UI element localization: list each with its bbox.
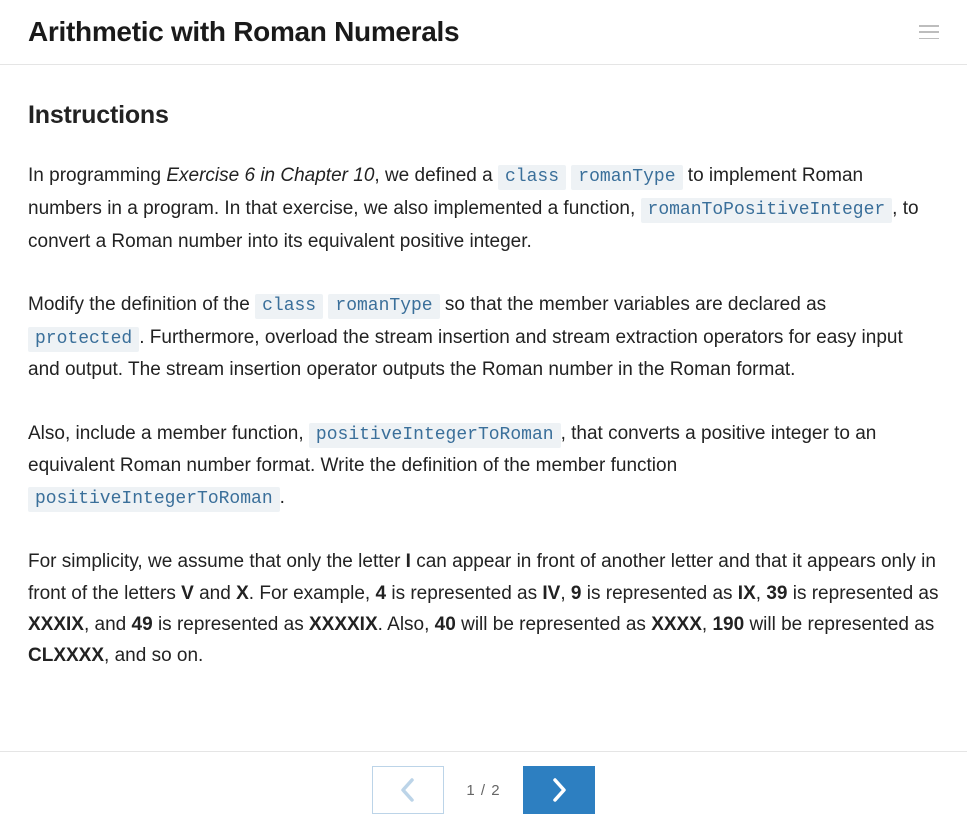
text: . Also, [378, 614, 435, 635]
bold-CLXXXX: CLXXXX [28, 645, 104, 666]
text: For simplicity, we assume that only the … [28, 551, 406, 572]
text: is represented as [386, 583, 542, 604]
bold-49: 49 [132, 614, 153, 635]
bold-V: V [181, 583, 194, 604]
prev-page-button[interactable] [372, 766, 444, 814]
exercise-ref: Exercise 6 in Chapter 10 [166, 165, 374, 186]
text: . For example, [249, 583, 376, 604]
text: , [702, 614, 713, 635]
text: will be represented as [456, 614, 651, 635]
text: , [756, 583, 767, 604]
text: In programming [28, 165, 166, 186]
code-protected: protected [28, 327, 139, 352]
paragraph-3: Also, include a member function, positiv… [28, 418, 939, 515]
text: is represented as [581, 583, 737, 604]
text: Also, include a member function, [28, 423, 309, 444]
text: , and so on. [104, 645, 203, 666]
bold-XXXX: XXXX [651, 614, 702, 635]
bold-39: 39 [766, 583, 787, 604]
paragraph-4: For simplicity, we assume that only the … [28, 546, 939, 671]
text: Modify the definition of the [28, 294, 255, 315]
bold-XXXIX: XXXIX [28, 614, 84, 635]
text: , and [84, 614, 132, 635]
header: Arithmetic with Roman Numerals [0, 0, 967, 65]
text: . Furthermore, overload the stream inser… [28, 327, 903, 381]
bold-IV: IV [542, 583, 560, 604]
text: . [280, 487, 285, 508]
menu-icon[interactable] [919, 25, 939, 39]
page-indicator: 1 / 2 [466, 782, 500, 799]
text: , [560, 583, 571, 604]
code-romantype: romanType [328, 294, 439, 319]
instructions-heading: Instructions [28, 95, 939, 136]
chevron-right-icon [548, 776, 570, 804]
paragraph-2: Modify the definition of the class roman… [28, 289, 939, 386]
next-page-button[interactable] [523, 766, 595, 814]
bold-IX: IX [738, 583, 756, 604]
bold-9: 9 [571, 583, 582, 604]
page-title: Arithmetic with Roman Numerals [28, 16, 459, 48]
text: will be represented as [744, 614, 934, 635]
code-class: class [498, 165, 566, 190]
code-romantype: romanType [571, 165, 682, 190]
text: is represented as [787, 583, 938, 604]
chevron-left-icon [397, 776, 419, 804]
bold-40: 40 [435, 614, 456, 635]
bold-X: X [236, 583, 249, 604]
text: and [194, 583, 236, 604]
text: so that the member variables are declare… [440, 294, 827, 315]
paragraph-1: In programming Exercise 6 in Chapter 10,… [28, 160, 939, 257]
bold-XXXXIX: XXXXIX [309, 614, 378, 635]
code-positiveintegertoroman: positiveIntegerToRoman [309, 423, 561, 448]
code-positiveintegertoroman: positiveIntegerToRoman [28, 487, 280, 512]
code-class: class [255, 294, 323, 319]
content: Instructions In programming Exercise 6 i… [0, 65, 967, 672]
text: , we defined a [374, 165, 498, 186]
bold-190: 190 [712, 614, 744, 635]
pagination-footer: 1 / 2 [0, 751, 967, 824]
bold-4: 4 [376, 583, 387, 604]
text: is represented as [153, 614, 309, 635]
code-romantopositiveinteger: romanToPositiveInteger [641, 198, 893, 223]
